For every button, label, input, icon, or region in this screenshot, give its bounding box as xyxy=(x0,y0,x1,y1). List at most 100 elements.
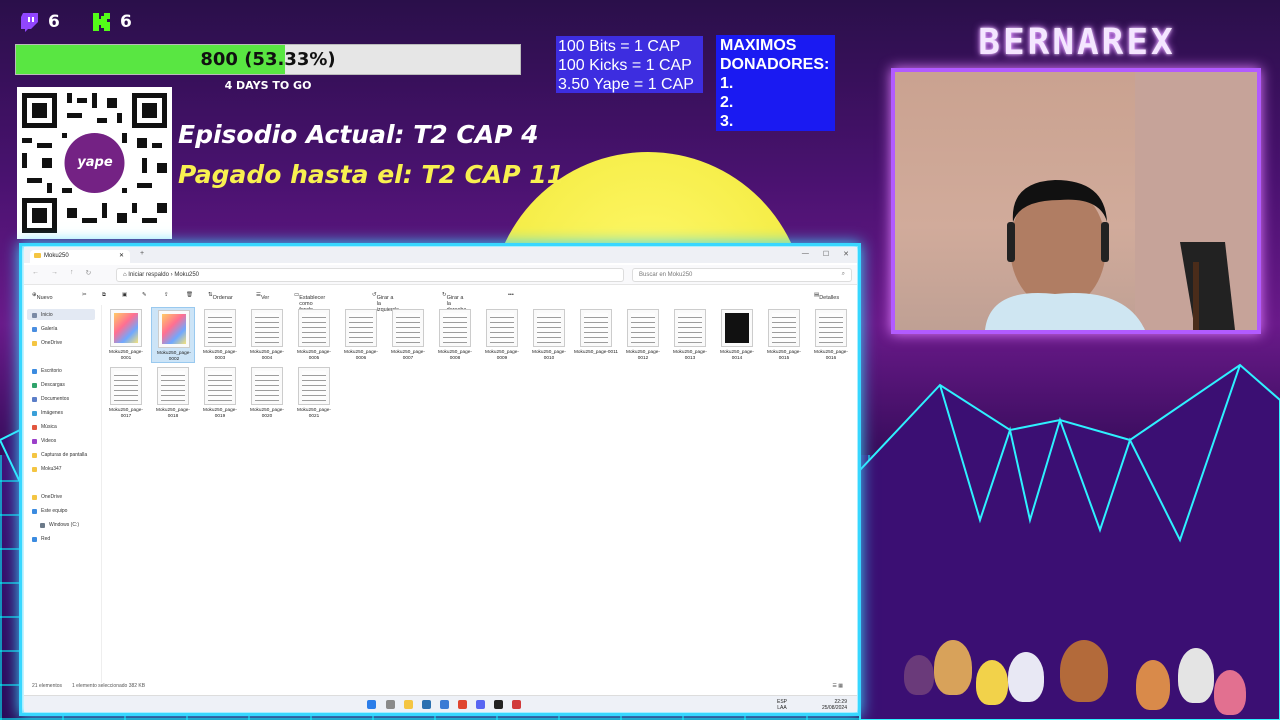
status-selection: 1 elemento seleccionado 382 KB xyxy=(72,683,146,689)
back-icon[interactable]: ← xyxy=(32,269,39,277)
start-icon[interactable] xyxy=(367,700,376,709)
new-tab-icon[interactable]: + xyxy=(140,250,144,257)
close-window-icon[interactable]: ✕ xyxy=(843,250,849,258)
browser-icon[interactable] xyxy=(440,700,449,709)
search-taskbar-icon[interactable] xyxy=(386,700,395,709)
sidebar-item-this-pc[interactable]: Este equipo xyxy=(32,506,67,516)
copy-icon[interactable]: ⧉ xyxy=(102,292,106,299)
file-item[interactable]: Moku250_page-0018 xyxy=(151,365,195,421)
file-item[interactable]: Moku250_page-0002 xyxy=(151,307,195,363)
file-item[interactable]: Moku250_page-0017 xyxy=(104,365,148,421)
search-icon: ⌕ xyxy=(841,271,845,277)
twitch-icon xyxy=(21,13,38,32)
goal-progress-text: 800 (53.33%) xyxy=(200,49,336,70)
sidebar-item-gallery[interactable]: Galería xyxy=(32,324,57,334)
details-button[interactable]: ▤ Detalles xyxy=(814,292,839,301)
up-icon[interactable]: ↑ xyxy=(70,269,74,277)
file-item[interactable]: Moku250_page-0021 xyxy=(292,365,336,421)
file-item[interactable]: Moku250_page-0006 xyxy=(339,307,383,363)
sidebar-item-videos[interactable]: Videos xyxy=(32,436,56,446)
rotate-right-button[interactable]: ↻ Girar a la derecha xyxy=(442,292,467,313)
minimize-icon[interactable]: — xyxy=(802,250,809,258)
sidebar-item-home[interactable]: Inicio xyxy=(32,310,53,320)
file-item[interactable]: Moku250_page-0016 xyxy=(809,307,853,363)
address-start[interactable]: Iniciar respaldo xyxy=(128,272,169,278)
forward-icon[interactable]: → xyxy=(51,269,58,277)
discord-icon[interactable] xyxy=(476,700,485,709)
details-label: Detalles xyxy=(819,295,840,301)
file-name: Moku250_page-0009 xyxy=(485,349,519,360)
sidebar-item-images[interactable]: Imágenes xyxy=(32,408,63,418)
app-icon[interactable] xyxy=(512,700,521,709)
file-item[interactable]: Moku250_page-0010 xyxy=(527,307,571,363)
view-button[interactable]: ☰ Ver xyxy=(256,292,269,301)
sort-button[interactable]: ⇅ Ordenar xyxy=(208,292,233,301)
donors-title-1: MAXIMOS xyxy=(720,37,797,54)
paste-icon[interactable]: ▣ xyxy=(122,292,127,298)
sidebar-item-onedrive-2[interactable]: OneDrive xyxy=(32,492,62,502)
close-tab-icon[interactable]: ✕ xyxy=(119,252,124,259)
explorer-tab[interactable]: Moku250 ✕ xyxy=(30,250,130,263)
file-name: Moku250_page-0003 xyxy=(203,349,237,360)
view-toggle-icons[interactable]: ☰ ▦ xyxy=(832,683,843,689)
episode-current: Episodio Actual: T2 CAP 4 xyxy=(178,120,539,149)
file-thumbnail xyxy=(298,367,330,405)
store-icon[interactable] xyxy=(422,700,431,709)
sidebar-item-desktop[interactable]: Escritorio xyxy=(32,366,62,376)
maximize-icon[interactable]: ☐ xyxy=(823,250,829,258)
file-item[interactable]: Moku250_page-0009 xyxy=(480,307,524,363)
set-background-button[interactable]: ▭ Establecer como fondo xyxy=(294,292,325,313)
sidebar-label-windows-drive: Windows (C:) xyxy=(49,522,80,528)
file-explorer-window[interactable]: Moku250 ✕ + — ☐ ✕ ← → ↑ ↻ ⌂ Iniciar resp… xyxy=(24,247,857,712)
rotate-left-button[interactable]: ↺ Girar a la izquierda xyxy=(372,292,399,313)
sidebar-item-network[interactable]: Red xyxy=(32,534,50,544)
sidebar-item-downloads[interactable]: Descargas xyxy=(32,380,65,390)
file-item[interactable]: Moku250_page-0013 xyxy=(668,307,712,363)
file-item[interactable]: Moku250_page-0005 xyxy=(292,307,336,363)
brave-icon[interactable] xyxy=(458,700,467,709)
file-explorer-icon[interactable] xyxy=(404,700,413,709)
sidebar-item-captures[interactable]: Capturas de pantalla xyxy=(32,450,87,460)
share-icon[interactable]: ⇪ xyxy=(164,292,169,298)
rename-icon[interactable]: ✎ xyxy=(142,292,147,298)
file-item[interactable]: Moku250_page-0012 xyxy=(621,307,665,363)
cut-icon[interactable]: ✂ xyxy=(82,292,87,298)
input-language[interactable]: ESP LAA xyxy=(777,699,787,711)
address-bar[interactable]: ⌂ Iniciar respaldo › Moku250 xyxy=(116,268,624,282)
webcam-person xyxy=(985,72,1257,330)
sidebar-label-documents: Documentos xyxy=(41,396,70,402)
nav-buttons: ← → ↑ ↻ xyxy=(32,269,91,277)
status-item-count: 21 elementos xyxy=(32,683,63,689)
file-item[interactable]: Moku250_page-0004 xyxy=(245,307,289,363)
sidebar-item-windows-drive[interactable]: Windows (C:) xyxy=(40,520,79,530)
file-item[interactable]: Moku250_page-0019 xyxy=(198,365,242,421)
file-item[interactable]: Moku250_page-0008 xyxy=(433,307,477,363)
file-item[interactable]: Moku250_page-0003 xyxy=(198,307,242,363)
refresh-icon[interactable]: ↻ xyxy=(86,269,92,277)
file-thumbnail xyxy=(158,310,190,348)
file-item[interactable]: Moku250_page-0007 xyxy=(386,307,430,363)
folder-icon xyxy=(32,466,37,472)
sidebar-item-documents[interactable]: Documentos xyxy=(32,394,69,404)
file-item[interactable]: Moku250_page-0020 xyxy=(245,365,289,421)
address-folder[interactable]: Moku250 xyxy=(174,272,199,278)
sidebar-item-music[interactable]: Música xyxy=(32,422,57,432)
twitch-counter: 6 xyxy=(20,12,60,32)
file-name: Moku250_page-0011 xyxy=(574,349,618,354)
taskbar-clock[interactable]: 22:29 25/08/2024 xyxy=(822,699,847,711)
search-input[interactable]: Buscar en Moku250 ⌕ xyxy=(632,268,852,282)
sidebar-item-moku[interactable]: Moku347 xyxy=(32,464,62,474)
file-item[interactable]: Moku250_page-0015 xyxy=(762,307,806,363)
document-icon xyxy=(32,396,37,402)
more-options-button[interactable]: ••• xyxy=(508,292,514,298)
delete-icon[interactable]: 🗑 xyxy=(186,292,193,298)
new-button[interactable]: ⊕ Nuevo xyxy=(32,292,53,301)
file-name: Moku250_page-0002 xyxy=(157,350,191,361)
file-item[interactable]: Moku250_page-0014 xyxy=(715,307,759,363)
file-thumbnail xyxy=(298,309,330,347)
file-item[interactable]: Moku250_page-0001 xyxy=(104,307,148,363)
sidebar-item-onedrive[interactable]: OneDrive xyxy=(32,338,62,348)
folder-icon xyxy=(34,253,41,258)
obs-icon[interactable] xyxy=(494,700,503,709)
file-item[interactable]: Moku250_page-0011 xyxy=(574,307,618,363)
